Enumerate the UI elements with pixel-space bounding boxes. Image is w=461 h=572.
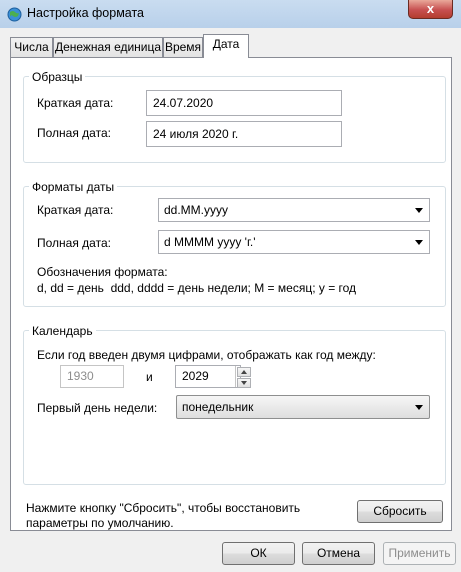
tab-numbers[interactable]: Числа — [10, 37, 53, 57]
chevron-down-icon — [415, 208, 423, 213]
date-formats-legend: Форматы даты — [29, 180, 118, 194]
date-tab-panel: Образцы Краткая дата: 24.07.2020 Полная … — [10, 57, 452, 531]
long-date-format-combo[interactable]: d MMMM yyyy 'г.' — [158, 230, 430, 254]
sample-long-date-field: 24 июля 2020 г. — [146, 121, 342, 147]
year-spinner — [235, 366, 252, 388]
format-notation-title: Обозначения формата: — [37, 265, 168, 279]
title-bar: Настройка формата x — [0, 0, 461, 28]
year-from-field: 1930 — [60, 365, 124, 388]
short-date-format-value: dd.MM.yyyy — [164, 203, 229, 217]
window-title: Настройка формата — [27, 6, 145, 20]
close-button[interactable]: x — [408, 0, 453, 19]
long-date-format-value: d MMMM yyyy 'г.' — [164, 235, 256, 249]
long-date-format-label: Полная дата: — [37, 236, 111, 250]
format-notation-text: d, dd = день ddd, dddd = день недели; M … — [37, 281, 357, 295]
globe-icon — [7, 7, 22, 22]
ok-button[interactable]: ОК — [222, 542, 295, 565]
spin-up-icon[interactable] — [237, 367, 251, 377]
samples-legend: Образцы — [29, 70, 86, 84]
tab-date[interactable]: Дата — [203, 34, 249, 58]
format-settings-window: Настройка формата x Числа Денежная едини… — [0, 0, 461, 572]
year-to-field[interactable]: 2029 — [175, 365, 241, 388]
first-day-select[interactable]: понедельник — [176, 395, 430, 419]
calendar-legend: Календарь — [29, 324, 96, 338]
two-digit-year-label: Если год введен двумя цифрами, отображат… — [37, 348, 376, 362]
short-date-format-combo[interactable]: dd.MM.yyyy — [158, 198, 430, 222]
first-day-label: Первый день недели: — [37, 401, 158, 415]
sample-long-date-label: Полная дата: — [37, 126, 111, 140]
chevron-down-icon — [415, 240, 423, 245]
chevron-down-icon — [415, 405, 423, 410]
tab-currency[interactable]: Денежная единица — [53, 37, 163, 57]
cancel-button[interactable]: Отмена — [302, 542, 375, 565]
spin-down-icon[interactable] — [237, 378, 251, 388]
short-date-format-label: Краткая дата: — [37, 203, 114, 217]
reset-hint: Нажмите кнопку "Сбросить", чтобы восстан… — [26, 501, 301, 530]
sample-short-date-field: 24.07.2020 — [146, 90, 342, 116]
first-day-value: понедельник — [182, 400, 254, 414]
tab-time[interactable]: Время — [163, 37, 203, 57]
reset-button[interactable]: Сбросить — [357, 500, 443, 523]
close-icon: x — [426, 1, 435, 16]
sample-short-date-label: Краткая дата: — [37, 96, 114, 110]
apply-button[interactable]: Применить — [383, 542, 456, 565]
and-label: и — [146, 370, 153, 384]
